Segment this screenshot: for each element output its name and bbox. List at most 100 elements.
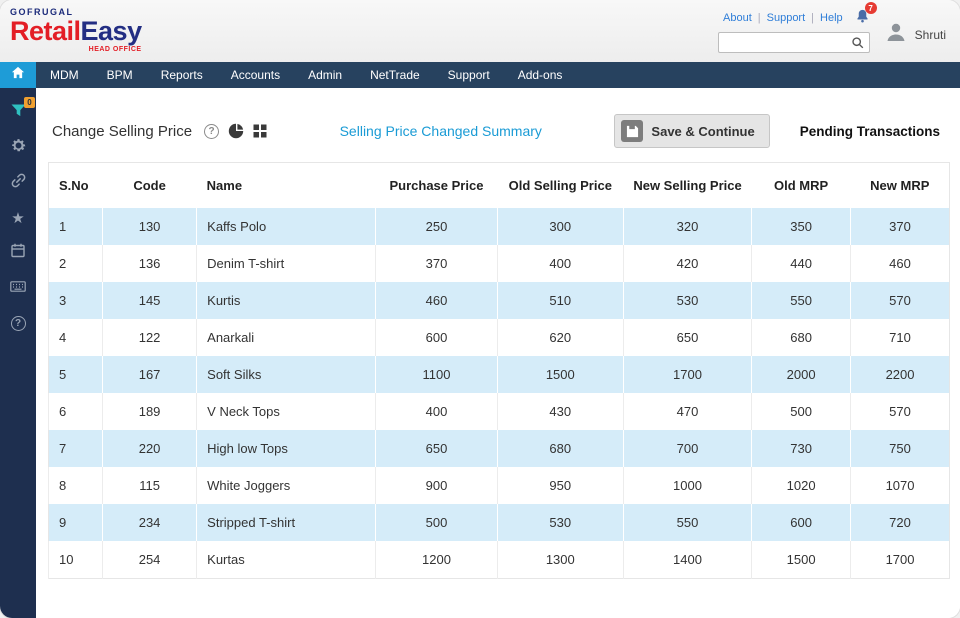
table-row[interactable]: 5 167 Soft Silks 1100 1500 1700 2000 2200 [48,356,950,393]
save-continue-button[interactable]: Save & Continue [614,114,770,148]
brand-logo: GOFRUGAL RetailEasy HEAD OFFICE [10,6,143,54]
cell: 1700 [623,356,753,393]
header-link-about[interactable]: About [723,12,752,24]
header-link-help[interactable]: Help [820,12,843,24]
cell: 680 [751,319,852,356]
cell: 460 [850,245,950,282]
search-box [717,32,870,53]
cell: 650 [375,430,498,467]
link-separator: | [811,11,815,24]
title-help-icon[interactable]: ? [204,123,220,139]
link-button[interactable] [9,173,27,193]
cell: 136 [102,245,198,282]
cell: Anarkali [196,319,377,356]
nav-item-reports[interactable]: Reports [147,62,217,88]
cell: 234 [102,504,198,541]
nav-item-bpm[interactable]: BPM [93,62,147,88]
cell: 1500 [751,541,852,578]
table-row[interactable]: 3 145 Kurtis 460 510 530 550 570 [48,282,950,319]
cell: 370 [375,245,498,282]
cell: 510 [497,282,624,319]
table-row[interactable]: 4 122 Anarkali 600 620 650 680 710 [48,319,950,356]
table-row[interactable]: 10 254 Kurtas 1200 1300 1400 1500 1700 [48,541,950,578]
save-icon [621,120,644,142]
cell: 400 [375,393,498,430]
cell: 8 [48,467,103,504]
search-icon[interactable] [851,36,865,50]
price-table: S.No Code Name Purchase Price Old Selling Pr… [48,162,950,579]
cell: 167 [102,356,198,393]
cell: Denim T-shirt [196,245,377,282]
avatar-icon [884,20,908,49]
cell: Stripped T-shirt [196,504,377,541]
cell: 680 [497,430,624,467]
filter-button[interactable]: 0 [9,97,35,122]
table-body: 1 130 Kaffs Polo 250 300 320 350 370 2 136 Denim T… [48,208,950,578]
cell: 500 [751,393,852,430]
filter-badge: 0 [24,97,35,108]
nav-item-support[interactable]: Support [434,62,504,88]
cell: 470 [623,393,753,430]
notifications-button[interactable]: 7 [855,2,877,27]
page-title: Change Selling Price [52,122,193,140]
table-row[interactable]: 9 234 Stripped T-shirt 500 530 550 600 720 [48,504,950,541]
summary-link[interactable]: Selling Price Changed Summary [340,123,542,139]
cell: 400 [497,245,624,282]
cell: V Neck Tops [196,393,377,430]
cell: Soft Silks [196,356,377,393]
cell: Kurtas [196,541,377,578]
column-header: Old MRP [751,162,851,208]
pending-transactions-label[interactable]: Pending Transactions [800,124,940,139]
cell: 1100 [375,356,498,393]
table-row[interactable]: 6 189 V Neck Tops 400 430 470 500 570 [48,393,950,430]
cell: 420 [623,245,753,282]
cell: 530 [623,282,753,319]
cell: 2 [48,245,103,282]
favorites-button[interactable]: ★ [9,209,27,227]
header-link-support[interactable]: Support [767,12,806,24]
main-navbar: MDM BPM Reports Accounts Admin NetTrade Suppor… [0,62,960,88]
search-input[interactable] [724,36,851,49]
cell: 1500 [497,356,624,393]
help-button[interactable]: ? [9,314,27,332]
main-content: Change Selling Price ? Selling Price Cha… [36,88,960,618]
pie-chart-icon[interactable] [228,123,244,139]
nav-item-nettrade[interactable]: NetTrade [356,62,434,88]
link-icon [11,173,26,193]
brand-product-blue: Easy [80,16,143,46]
table-row[interactable]: 2 136 Denim T-shirt 370 400 420 440 460 [48,245,950,282]
brand-product-red: Retail [10,16,81,46]
cell: Kaffs Polo [196,208,377,245]
nav-item-add-ons[interactable]: Add-ons [504,62,577,88]
cell: 530 [497,504,624,541]
top-header: GOFRUGAL RetailEasy HEAD OFFICE About | Su… [0,0,960,62]
cell: High low Tops [196,430,377,467]
cell: 189 [102,393,198,430]
grid-icon[interactable] [253,124,267,138]
cell: 145 [102,282,198,319]
table-row[interactable]: 7 220 High low Tops 650 680 700 730 750 [48,430,950,467]
cell: 1200 [375,541,498,578]
nav-item-accounts[interactable]: Accounts [217,62,294,88]
notification-badge: 7 [864,2,877,14]
table-row[interactable]: 1 130 Kaffs Polo 250 300 320 350 370 [48,208,950,245]
cell: 6 [48,393,103,430]
home-button[interactable] [0,62,36,88]
cell: 2200 [850,356,950,393]
calendar-button[interactable] [9,243,27,263]
nav-item-mdm[interactable]: MDM [36,62,93,88]
cell: 250 [375,208,498,245]
table-row[interactable]: 8 115 White Joggers 900 950 1000 1020 1070 [48,467,950,504]
keyboard-button[interactable] [9,279,27,297]
settings-button[interactable] [9,139,27,157]
nav-item-admin[interactable]: Admin [294,62,356,88]
column-header: Old Selling Price [497,162,624,208]
star-icon: ★ [11,209,25,227]
calendar-icon [11,243,25,263]
title-icons: ? [204,123,267,139]
user-menu[interactable]: Shruti [884,10,946,49]
links-and-search: About | Support | Help 7 [717,2,877,53]
cell: 620 [497,319,624,356]
home-icon [11,66,25,84]
header-links: About | Support | Help [723,12,843,24]
